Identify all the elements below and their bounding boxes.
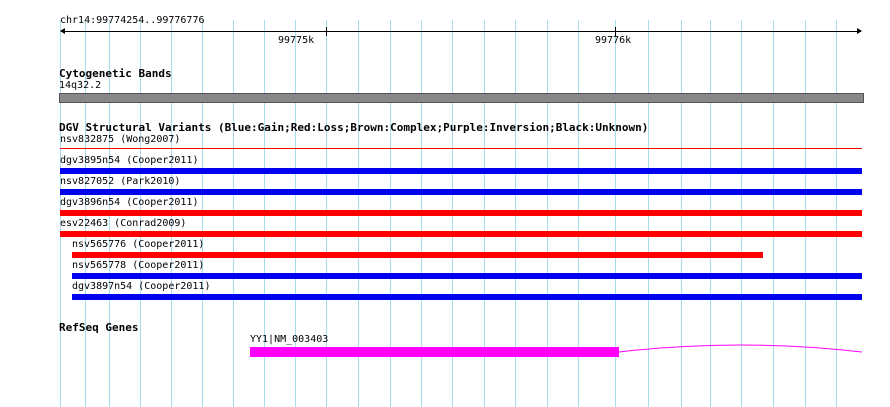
genome-browser-panel: chr14:99774254..99776776 99775k 99776k C… xyxy=(0,0,890,407)
gene-intron-line[interactable] xyxy=(0,0,890,407)
